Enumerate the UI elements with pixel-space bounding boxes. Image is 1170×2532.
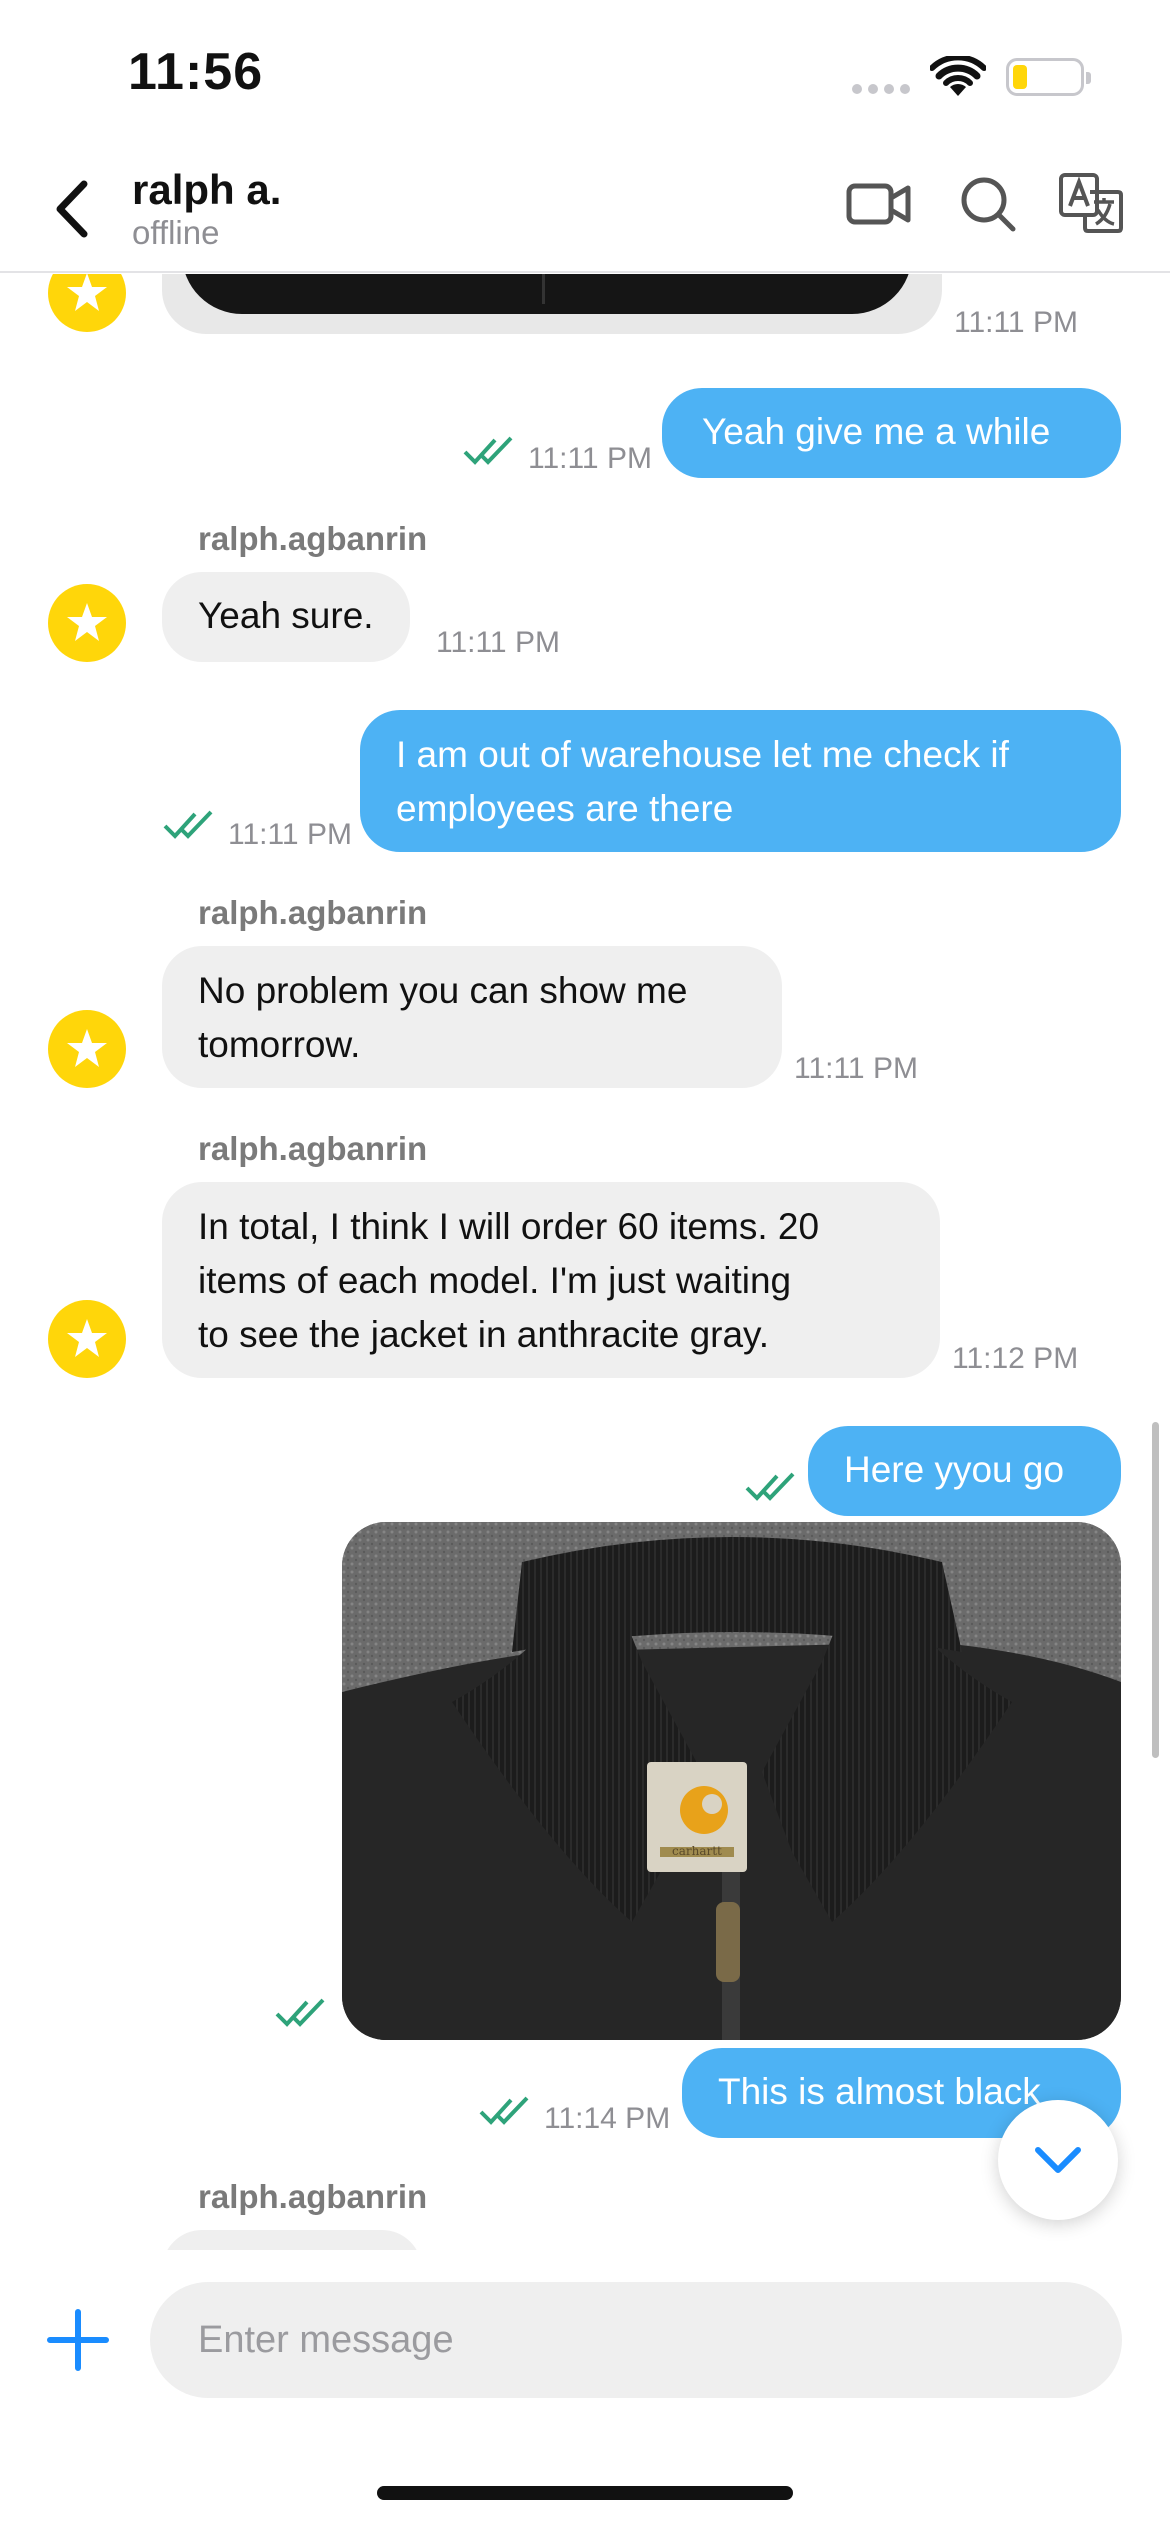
message-line: I am out of warehouse let me check if <box>396 734 1009 775</box>
message-line: In total, I think I will order 60 items.… <box>198 1206 820 1247</box>
message-time: 11:11 PM <box>794 1052 918 1085</box>
avatar[interactable] <box>48 1300 126 1378</box>
plus-icon[interactable] <box>46 2308 110 2372</box>
message-line: tomorrow. <box>198 1024 361 1065</box>
message-time: 11:11 PM <box>228 818 352 851</box>
message-list[interactable]: 11:11 PM 11:11 PM Yeah give me a while r… <box>0 274 1170 2274</box>
scroll-to-bottom-button[interactable] <box>998 2100 1118 2220</box>
message-line: to see the jacket in anthracite gray. <box>198 1314 770 1355</box>
read-receipt-icon <box>479 2096 529 2125</box>
translate-icon[interactable] <box>1058 172 1124 234</box>
read-receipt-icon <box>745 1472 795 1501</box>
cellular-signal-icon <box>852 84 910 94</box>
message-line: items of each model. I'm just waiting <box>198 1260 792 1301</box>
status-bar: 11:56 <box>0 0 1170 150</box>
outgoing-message[interactable]: I am out of warehouse let me check if em… <box>360 710 1121 852</box>
scrollbar[interactable] <box>1152 1422 1159 1758</box>
avatar[interactable] <box>48 584 126 662</box>
sender-name: ralph.agbanrin <box>198 520 428 557</box>
sender-name: ralph.agbanrin <box>198 894 428 931</box>
star-avatar-icon <box>67 1319 107 1357</box>
wifi-icon <box>930 56 986 96</box>
message-time: 11:11 PM <box>436 626 560 659</box>
sender-name: ralph.agbanrin <box>198 2178 428 2215</box>
jacket-photo[interactable]: carhartt <box>342 1522 1121 2040</box>
read-receipt-icon <box>275 1998 325 2027</box>
message-time: 11:14 PM <box>544 2102 671 2135</box>
read-receipt-icon <box>163 810 213 839</box>
search-icon[interactable] <box>958 174 1018 234</box>
message-input[interactable] <box>150 2282 1122 2398</box>
star-avatar-icon <box>67 274 107 311</box>
message-line: employees are there <box>396 788 734 829</box>
back-button[interactable] <box>44 174 104 244</box>
image-message[interactable] <box>162 274 942 334</box>
video-camera-icon[interactable] <box>846 176 912 232</box>
home-indicator[interactable] <box>377 2486 793 2500</box>
star-avatar-icon <box>67 603 107 641</box>
label-text: carhartt <box>672 1844 722 1858</box>
sender-name: ralph.agbanrin <box>198 1130 428 1167</box>
message-line: No problem you can show me <box>198 970 688 1011</box>
incoming-message[interactable]: Yeah sure. <box>162 572 410 662</box>
message-time: 11:12 PM <box>952 1342 1079 1375</box>
chat-header: ralph a. offline <box>0 150 1170 273</box>
status-time: 11:56 <box>128 43 264 101</box>
message-time: 11:11 PM <box>954 306 1078 339</box>
message-time: 11:11 PM <box>528 442 652 475</box>
contact-name[interactable]: ralph a. <box>132 166 281 214</box>
battery-icon <box>1006 58 1091 96</box>
chevron-down-icon <box>1035 2147 1081 2173</box>
contact-status: offline <box>132 214 220 251</box>
avatar[interactable] <box>48 274 126 332</box>
outgoing-message[interactable]: Yeah give me a while <box>662 388 1121 478</box>
outgoing-message[interactable]: Here yyou go <box>808 1426 1121 1516</box>
jacket-image <box>342 1522 1121 2040</box>
avatar[interactable] <box>48 1010 126 1088</box>
incoming-message[interactable]: In total, I think I will order 60 items.… <box>162 1182 940 1378</box>
star-avatar-icon <box>67 1029 107 1067</box>
incoming-message[interactable]: No problem you can show me tomorrow. <box>162 946 782 1088</box>
read-receipt-icon <box>463 436 513 465</box>
